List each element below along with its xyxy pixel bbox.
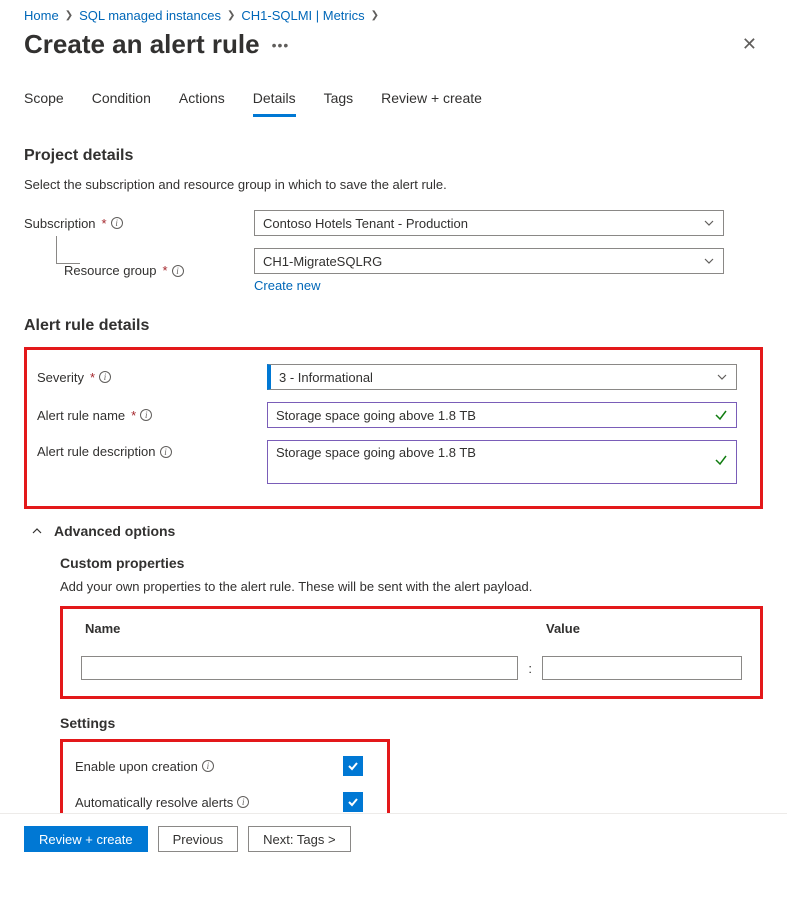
info-icon[interactable]: i [99, 371, 111, 383]
prop-name-input[interactable] [81, 656, 518, 680]
advanced-options-toggle[interactable]: Advanced options [30, 523, 763, 539]
breadcrumb: Home ❯ SQL managed instances ❯ CH1-SQLMI… [24, 8, 787, 23]
info-icon[interactable]: i [237, 796, 249, 808]
auto-resolve-label: Automatically resolve alerts [75, 795, 233, 810]
subscription-value: Contoso Hotels Tenant - Production [263, 216, 468, 231]
breadcrumb-home[interactable]: Home [24, 8, 59, 23]
prop-value-input[interactable] [542, 656, 742, 680]
project-details-helper: Select the subscription and resource gro… [24, 177, 763, 192]
tab-actions[interactable]: Actions [179, 84, 225, 117]
alert-name-label: Alert rule name [37, 408, 125, 423]
severity-label: Severity [37, 370, 84, 385]
settings-heading: Settings [60, 715, 763, 731]
subscription-label: Subscription [24, 216, 96, 231]
project-details-heading: Project details [24, 147, 763, 165]
tab-scope[interactable]: Scope [24, 84, 64, 117]
breadcrumb-sql-managed[interactable]: SQL managed instances [79, 8, 221, 23]
tab-review-create[interactable]: Review + create [381, 84, 482, 117]
prop-name-header: Name [81, 621, 518, 636]
chevron-down-icon [703, 217, 715, 229]
enable-upon-creation-checkbox[interactable] [343, 756, 363, 776]
check-icon [714, 408, 728, 422]
required-icon: * [163, 263, 168, 278]
info-icon[interactable]: i [111, 217, 123, 229]
resource-group-value: CH1-MigrateSQLRG [263, 254, 382, 269]
resource-group-select[interactable]: CH1-MigrateSQLRG [254, 248, 724, 274]
alert-name-value: Storage space going above 1.8 TB [276, 408, 476, 423]
check-icon [714, 453, 728, 467]
advanced-options-label: Advanced options [54, 523, 175, 539]
page-title: Create an alert rule [24, 29, 260, 60]
chevron-down-icon [703, 255, 715, 267]
highlight-box-details: Severity * i 3 - Informational Alert rul… [24, 347, 763, 509]
review-create-button[interactable]: Review + create [24, 826, 148, 852]
check-icon [346, 795, 360, 809]
custom-properties-helper: Add your own properties to the alert rul… [60, 579, 763, 594]
footer-buttons: Review + create Previous Next: Tags > [0, 813, 787, 864]
severity-select[interactable]: 3 - Informational [267, 364, 737, 390]
enable-upon-creation-label: Enable upon creation [75, 759, 198, 774]
info-icon[interactable]: i [172, 265, 184, 277]
custom-properties-heading: Custom properties [60, 555, 763, 571]
info-icon[interactable]: i [202, 760, 214, 772]
highlight-box-properties: Name : Value [60, 606, 763, 699]
resource-group-label: Resource group [64, 263, 157, 278]
chevron-up-icon [30, 524, 44, 538]
alert-desc-label: Alert rule description [37, 444, 156, 459]
create-new-link[interactable]: Create new [254, 278, 320, 293]
severity-value: 3 - Informational [279, 370, 373, 385]
required-icon: * [102, 216, 107, 231]
chevron-right-icon: ❯ [227, 10, 235, 21]
close-icon[interactable]: ✕ [742, 34, 757, 55]
info-icon[interactable]: i [160, 446, 172, 458]
alert-desc-value: Storage space going above 1.8 TB [276, 445, 476, 460]
colon-separator: : [528, 661, 532, 680]
subscription-select[interactable]: Contoso Hotels Tenant - Production [254, 210, 724, 236]
auto-resolve-checkbox[interactable] [343, 792, 363, 812]
alert-desc-input[interactable]: Storage space going above 1.8 TB [267, 440, 737, 484]
tab-bar: Scope Condition Actions Details Tags Rev… [24, 78, 763, 117]
chevron-right-icon: ❯ [371, 10, 379, 21]
tree-connector [56, 236, 80, 264]
prop-value-header: Value [542, 621, 742, 636]
info-icon[interactable]: i [140, 409, 152, 421]
alert-rule-details-heading: Alert rule details [24, 317, 763, 335]
breadcrumb-metrics[interactable]: CH1-SQLMI | Metrics [241, 8, 364, 23]
tab-details[interactable]: Details [253, 84, 296, 117]
check-icon [346, 759, 360, 773]
previous-button[interactable]: Previous [158, 826, 239, 852]
alert-name-input[interactable]: Storage space going above 1.8 TB [267, 402, 737, 428]
tab-tags[interactable]: Tags [324, 84, 354, 117]
required-icon: * [90, 370, 95, 385]
more-icon[interactable]: ••• [272, 37, 290, 53]
chevron-down-icon [716, 371, 728, 383]
next-button[interactable]: Next: Tags > [248, 826, 350, 852]
required-icon: * [131, 408, 136, 423]
tab-condition[interactable]: Condition [92, 84, 151, 117]
chevron-right-icon: ❯ [65, 10, 73, 21]
